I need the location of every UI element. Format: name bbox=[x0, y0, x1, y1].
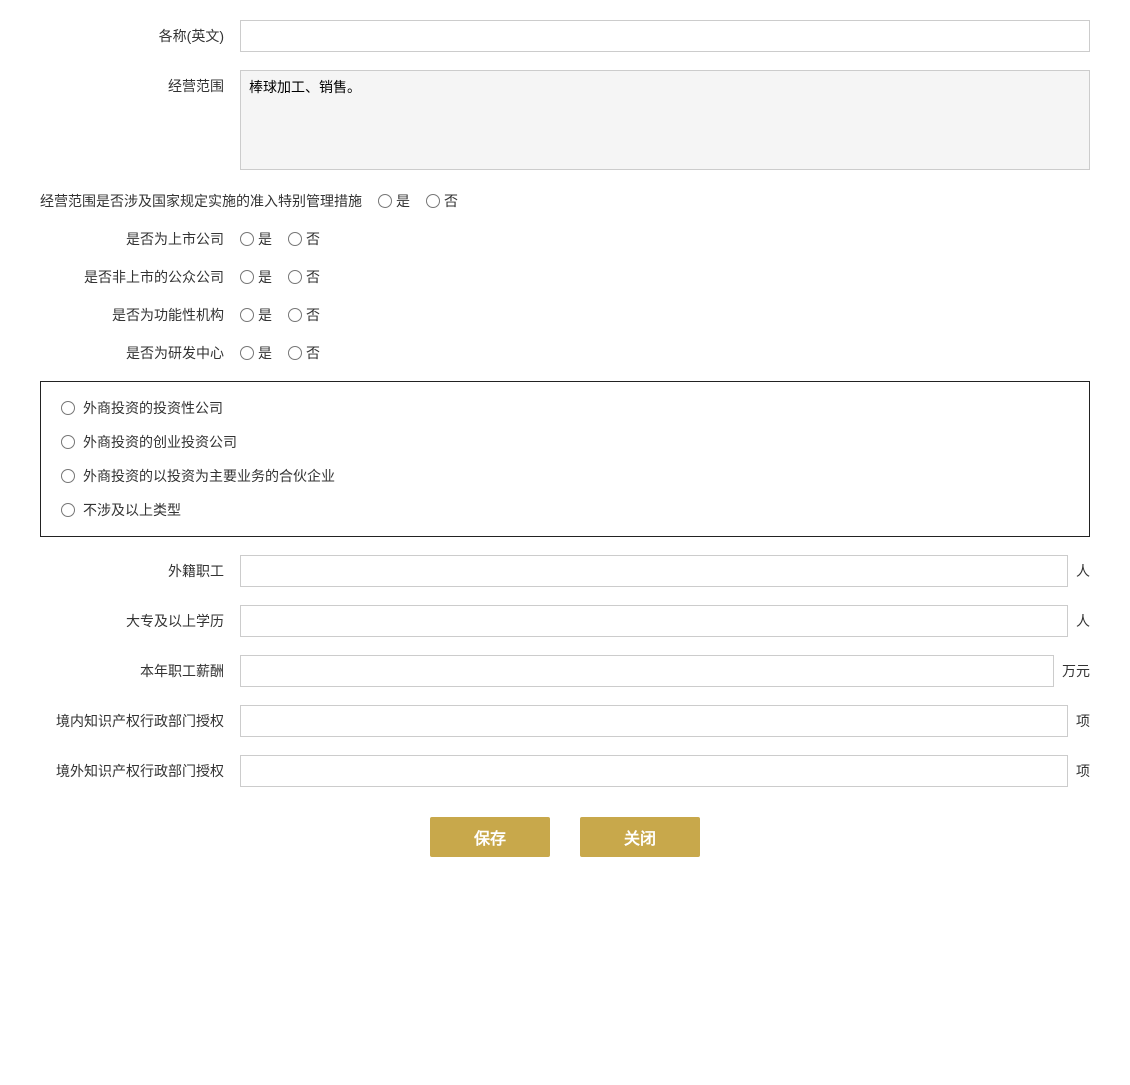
special-management-no-radio[interactable] bbox=[426, 194, 440, 208]
investment-type-radio-1[interactable] bbox=[61, 435, 75, 449]
investment-type-item-2[interactable]: 外商投资的以投资为主要业务的合伙企业 bbox=[61, 466, 1069, 486]
foreign-ip-input[interactable] bbox=[240, 755, 1068, 787]
research-center-row: 是否为研发中心 是 否 bbox=[40, 343, 1090, 363]
listed-company-yes-label[interactable]: 是 bbox=[240, 229, 272, 249]
listed-company-radio-group: 是 否 bbox=[240, 229, 330, 249]
functional-org-yes-text: 是 bbox=[258, 305, 272, 325]
domestic-ip-row: 境内知识产权行政部门授权 项 bbox=[40, 705, 1090, 737]
special-management-radio-group: 是 否 bbox=[378, 191, 468, 211]
non-listed-public-no-label[interactable]: 否 bbox=[288, 267, 320, 287]
college-above-row: 大专及以上学历 人 bbox=[40, 605, 1090, 637]
investment-type-box: 外商投资的投资性公司 外商投资的创业投资公司 外商投资的以投资为主要业务的合伙企… bbox=[40, 381, 1090, 537]
research-center-no-radio[interactable] bbox=[288, 346, 302, 360]
investment-type-item-1[interactable]: 外商投资的创业投资公司 bbox=[61, 432, 1069, 452]
button-row: 保存 关闭 bbox=[40, 817, 1090, 857]
non-listed-public-radio-group: 是 否 bbox=[240, 267, 330, 287]
research-center-yes-text: 是 bbox=[258, 343, 272, 363]
investment-type-radio-2[interactable] bbox=[61, 469, 75, 483]
listed-company-yes-radio[interactable] bbox=[240, 232, 254, 246]
domestic-ip-label: 境内知识产权行政部门授权 bbox=[40, 711, 240, 731]
foreign-workers-row: 外籍职工 人 bbox=[40, 555, 1090, 587]
english-name-input[interactable] bbox=[240, 20, 1090, 52]
non-listed-public-no-text: 否 bbox=[306, 267, 320, 287]
english-name-row: 各称(英文) bbox=[40, 20, 1090, 52]
special-management-yes-radio[interactable] bbox=[378, 194, 392, 208]
research-center-radio-group: 是 否 bbox=[240, 343, 330, 363]
investment-type-label-0: 外商投资的投资性公司 bbox=[83, 398, 223, 418]
listed-company-label: 是否为上市公司 bbox=[40, 229, 240, 249]
investment-type-label-3: 不涉及以上类型 bbox=[83, 500, 181, 520]
special-management-row: 经营范围是否涉及国家规定实施的准入特别管理措施 是 否 bbox=[40, 191, 1090, 211]
save-button[interactable]: 保存 bbox=[430, 817, 550, 857]
listed-company-yes-text: 是 bbox=[258, 229, 272, 249]
listed-company-no-label[interactable]: 否 bbox=[288, 229, 320, 249]
functional-org-label: 是否为功能性机构 bbox=[40, 305, 240, 325]
annual-salary-row: 本年职工薪酬 万元 bbox=[40, 655, 1090, 687]
functional-org-yes-radio[interactable] bbox=[240, 308, 254, 322]
foreign-workers-unit: 人 bbox=[1076, 561, 1090, 581]
non-listed-public-no-radio[interactable] bbox=[288, 270, 302, 284]
functional-org-no-radio[interactable] bbox=[288, 308, 302, 322]
college-above-input[interactable] bbox=[240, 605, 1068, 637]
annual-salary-label: 本年职工薪酬 bbox=[40, 661, 240, 681]
special-management-label: 经营范围是否涉及国家规定实施的准入特别管理措施 bbox=[40, 191, 378, 211]
special-management-no-text: 否 bbox=[444, 191, 458, 211]
functional-org-no-label[interactable]: 否 bbox=[288, 305, 320, 325]
investment-type-label-1: 外商投资的创业投资公司 bbox=[83, 432, 237, 452]
research-center-yes-label[interactable]: 是 bbox=[240, 343, 272, 363]
listed-company-no-radio[interactable] bbox=[288, 232, 302, 246]
listed-company-no-text: 否 bbox=[306, 229, 320, 249]
non-listed-public-label: 是否非上市的公众公司 bbox=[40, 267, 240, 287]
close-button[interactable]: 关闭 bbox=[580, 817, 700, 857]
research-center-label: 是否为研发中心 bbox=[40, 343, 240, 363]
college-above-label: 大专及以上学历 bbox=[40, 611, 240, 631]
non-listed-public-yes-text: 是 bbox=[258, 267, 272, 287]
investment-type-radio-0[interactable] bbox=[61, 401, 75, 415]
special-management-no-label[interactable]: 否 bbox=[426, 191, 458, 211]
business-scope-label: 经营范围 bbox=[40, 70, 240, 96]
annual-salary-input[interactable] bbox=[240, 655, 1054, 687]
investment-type-item-0[interactable]: 外商投资的投资性公司 bbox=[61, 398, 1069, 418]
non-listed-public-yes-radio[interactable] bbox=[240, 270, 254, 284]
research-center-no-label[interactable]: 否 bbox=[288, 343, 320, 363]
non-listed-public-row: 是否非上市的公众公司 是 否 bbox=[40, 267, 1090, 287]
english-name-label: 各称(英文) bbox=[40, 26, 240, 46]
domestic-ip-unit: 项 bbox=[1076, 711, 1090, 731]
business-scope-textarea[interactable]: 棒球加工、销售。 bbox=[240, 70, 1090, 170]
listed-company-row: 是否为上市公司 是 否 bbox=[40, 229, 1090, 249]
foreign-workers-label: 外籍职工 bbox=[40, 561, 240, 581]
business-scope-wrapper: 棒球加工、销售。 bbox=[240, 70, 1090, 173]
business-scope-row: 经营范围 棒球加工、销售。 bbox=[40, 70, 1090, 173]
special-management-yes-label[interactable]: 是 bbox=[378, 191, 410, 211]
functional-org-no-text: 否 bbox=[306, 305, 320, 325]
investment-type-radio-3[interactable] bbox=[61, 503, 75, 517]
domestic-ip-input[interactable] bbox=[240, 705, 1068, 737]
foreign-ip-unit: 项 bbox=[1076, 761, 1090, 781]
annual-salary-unit: 万元 bbox=[1062, 661, 1090, 681]
investment-type-item-3[interactable]: 不涉及以上类型 bbox=[61, 500, 1069, 520]
functional-org-row: 是否为功能性机构 是 否 bbox=[40, 305, 1090, 325]
non-listed-public-yes-label[interactable]: 是 bbox=[240, 267, 272, 287]
research-center-no-text: 否 bbox=[306, 343, 320, 363]
foreign-workers-input[interactable] bbox=[240, 555, 1068, 587]
investment-type-label-2: 外商投资的以投资为主要业务的合伙企业 bbox=[83, 466, 335, 486]
special-management-yes-text: 是 bbox=[396, 191, 410, 211]
research-center-yes-radio[interactable] bbox=[240, 346, 254, 360]
college-above-unit: 人 bbox=[1076, 611, 1090, 631]
foreign-ip-label: 境外知识产权行政部门授权 bbox=[40, 761, 240, 781]
functional-org-radio-group: 是 否 bbox=[240, 305, 330, 325]
functional-org-yes-label[interactable]: 是 bbox=[240, 305, 272, 325]
foreign-ip-row: 境外知识产权行政部门授权 项 bbox=[40, 755, 1090, 787]
